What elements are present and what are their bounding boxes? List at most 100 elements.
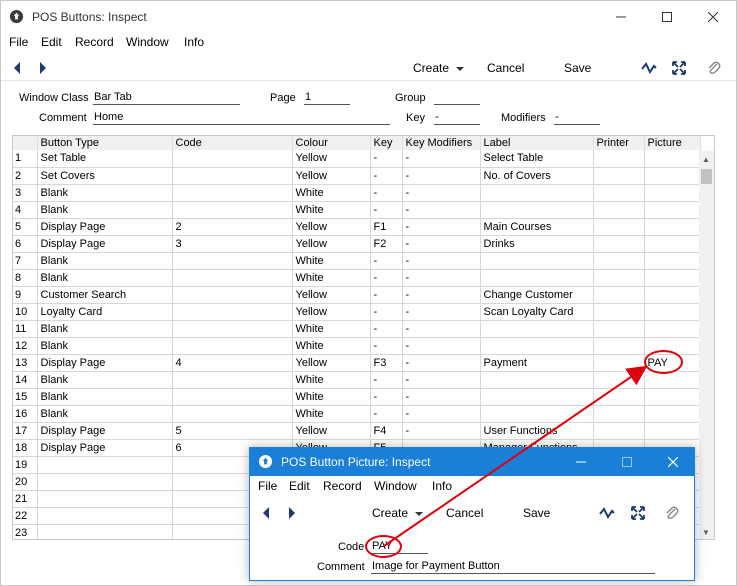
table-cell[interactable]: Yellow <box>292 422 371 440</box>
table-cell[interactable]: White <box>292 405 371 423</box>
table-cell[interactable] <box>37 490 173 508</box>
column-header[interactable]: Code <box>172 136 293 150</box>
popup-menu-file[interactable]: File <box>258 479 277 493</box>
table-cell[interactable] <box>172 201 293 219</box>
table-cell[interactable]: F3 <box>370 354 403 372</box>
table-cell[interactable] <box>172 371 293 389</box>
table-cell[interactable] <box>593 320 645 338</box>
table-cell[interactable] <box>644 184 701 202</box>
table-cell[interactable]: Blank <box>37 371 173 389</box>
table-cell[interactable] <box>172 269 293 287</box>
table-cell[interactable]: - <box>402 252 481 270</box>
table-cell[interactable]: Blank <box>37 405 173 423</box>
table-cell[interactable] <box>593 388 645 406</box>
table-cell[interactable]: Customer Search <box>37 286 173 304</box>
table-cell[interactable]: Blank <box>37 184 173 202</box>
table-cell[interactable]: Blank <box>37 320 173 338</box>
table-cell[interactable] <box>644 269 701 287</box>
table-cell[interactable]: Payment <box>480 354 594 372</box>
table-cell[interactable]: Display Page <box>37 422 173 440</box>
scroll-down-icon[interactable]: ▼ <box>702 528 710 537</box>
column-header[interactable]: Key Modifiers <box>402 136 481 150</box>
close-button[interactable] <box>690 1 736 32</box>
table-cell[interactable]: Scan Loyalty Card <box>480 303 594 321</box>
table-cell[interactable] <box>480 269 594 287</box>
table-cell[interactable]: - <box>402 150 481 168</box>
table-cell[interactable] <box>480 320 594 338</box>
menu-record[interactable]: Record <box>75 35 114 49</box>
table-cell[interactable]: Blank <box>37 269 173 287</box>
table-cell[interactable] <box>593 235 645 253</box>
table-row[interactable]: 16 Blank White - - <box>13 405 701 423</box>
table-cell[interactable]: Blank <box>37 201 173 219</box>
table-cell[interactable]: - <box>402 354 481 372</box>
menu-window[interactable]: Window <box>126 35 169 49</box>
table-row[interactable]: 1 Set Table Yellow - - Select Table <box>13 150 701 168</box>
save-button[interactable]: Save <box>564 61 591 75</box>
table-cell[interactable]: No. of Covers <box>480 167 594 185</box>
table-cell[interactable]: White <box>292 184 371 202</box>
scroll-thumb[interactable] <box>701 169 712 184</box>
column-header[interactable]: Key <box>370 136 403 150</box>
table-cell[interactable] <box>644 252 701 270</box>
table-cell[interactable]: 2 <box>172 218 293 236</box>
table-cell[interactable] <box>593 303 645 321</box>
scroll-up-icon[interactable]: ▲ <box>702 155 710 164</box>
table-cell[interactable]: - <box>402 201 481 219</box>
table-cell[interactable] <box>480 405 594 423</box>
activity-icon[interactable] <box>599 505 615 521</box>
table-cell[interactable]: - <box>370 371 403 389</box>
table-cell[interactable]: Drinks <box>480 235 594 253</box>
table-cell[interactable]: User Functions <box>480 422 594 440</box>
table-cell[interactable] <box>37 473 173 491</box>
table-cell[interactable]: F2 <box>370 235 403 253</box>
table-cell[interactable] <box>480 252 594 270</box>
table-cell[interactable] <box>644 201 701 219</box>
table-cell[interactable] <box>644 422 701 440</box>
menu-edit[interactable]: Edit <box>41 35 62 49</box>
table-cell[interactable] <box>172 184 293 202</box>
table-cell[interactable]: 5 <box>172 422 293 440</box>
table-cell[interactable] <box>593 184 645 202</box>
table-cell[interactable]: Change Customer <box>480 286 594 304</box>
table-cell[interactable]: Yellow <box>292 218 371 236</box>
window-class-field[interactable]: Bar Tab <box>93 91 240 105</box>
table-cell[interactable]: - <box>402 337 481 355</box>
table-cell[interactable] <box>480 184 594 202</box>
minimize-button[interactable] <box>598 1 644 32</box>
table-cell[interactable] <box>593 252 645 270</box>
popup-menu-record[interactable]: Record <box>323 479 362 493</box>
table-cell[interactable] <box>644 150 701 168</box>
table-row[interactable]: 7 Blank White - - <box>13 252 701 270</box>
column-header[interactable]: Printer <box>593 136 645 150</box>
table-cell[interactable]: F4 <box>370 422 403 440</box>
table-cell[interactable]: Set Table <box>37 150 173 168</box>
table-cell[interactable] <box>593 286 645 304</box>
table-cell[interactable]: Yellow <box>292 235 371 253</box>
table-cell[interactable]: Display Page <box>37 439 173 457</box>
paperclip-icon[interactable] <box>664 505 680 521</box>
table-cell[interactable]: - <box>370 405 403 423</box>
table-row[interactable]: 8 Blank White - - <box>13 269 701 287</box>
table-cell[interactable]: - <box>402 371 481 389</box>
table-cell[interactable]: Blank <box>37 337 173 355</box>
table-cell[interactable] <box>593 337 645 355</box>
table-cell[interactable]: 3 <box>172 235 293 253</box>
table-cell[interactable]: - <box>370 269 403 287</box>
table-row[interactable]: 12 Blank White - - <box>13 337 701 355</box>
table-cell[interactable]: Display Page <box>37 235 173 253</box>
table-cell[interactable]: - <box>402 167 481 185</box>
table-row[interactable]: 5 Display Page 2 Yellow F1- Main Courses <box>13 218 701 236</box>
table-cell[interactable] <box>37 524 173 539</box>
table-row[interactable]: 14 Blank White - - <box>13 371 701 389</box>
table-row[interactable]: 2 Set Covers Yellow - - No. of Covers <box>13 167 701 185</box>
table-cell[interactable]: Display Page <box>37 354 173 372</box>
table-row[interactable]: 15 Blank White - - <box>13 388 701 406</box>
page-field[interactable]: 1 <box>304 91 350 105</box>
table-cell[interactable]: F1 <box>370 218 403 236</box>
table-cell[interactable]: Yellow <box>292 303 371 321</box>
table-cell[interactable]: White <box>292 320 371 338</box>
table-cell[interactable]: - <box>402 218 481 236</box>
table-cell[interactable] <box>172 150 293 168</box>
comment-field[interactable]: Home <box>93 111 390 125</box>
